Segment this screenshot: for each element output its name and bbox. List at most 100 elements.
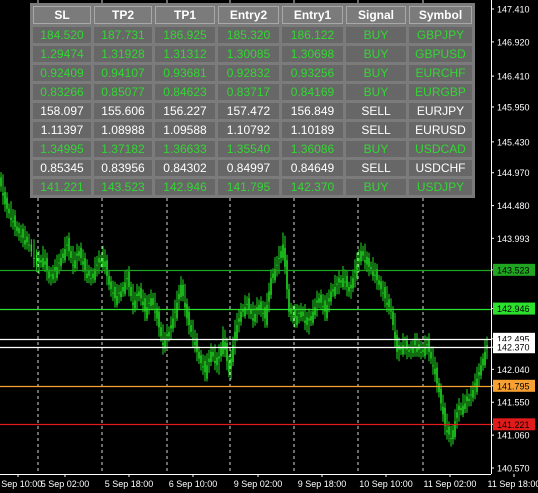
- cell-tp2: 0.94107: [94, 65, 152, 81]
- candle-body: [412, 347, 414, 353]
- time-axis-label: 5 Sep 18:00: [105, 479, 154, 489]
- time-axis-label: 10 Sep 10:00: [359, 479, 413, 489]
- candle-body: [6, 197, 8, 209]
- candle-body: [214, 360, 216, 364]
- candle-body: [240, 311, 242, 322]
- cell-signal: BUY: [346, 179, 406, 195]
- candle-body: [160, 327, 162, 337]
- cell-entry1: 186.122: [282, 27, 343, 43]
- candle-body: [66, 244, 68, 246]
- signal-table: SL TP2 TP1 Entry2 Entry1 Signal Symbol 1…: [30, 3, 475, 198]
- price-axis-label: 141.550: [497, 398, 530, 408]
- table-header-row: SL TP2 TP1 Entry2 Entry1 Signal Symbol: [33, 6, 472, 24]
- candle-body: [440, 388, 442, 404]
- candle-body: [218, 356, 220, 359]
- cell-symbol: EURCHF: [409, 65, 472, 81]
- candle-body: [310, 316, 312, 321]
- candle-body: [464, 403, 466, 409]
- candle-body: [226, 343, 228, 361]
- cell-tp1: 1.09588: [155, 122, 215, 138]
- candle-body: [262, 312, 264, 314]
- candle-body: [448, 426, 450, 435]
- cell-tp1: 156.227: [155, 103, 215, 119]
- candle-body: [344, 281, 346, 283]
- cell-tp2: 0.83956: [94, 160, 152, 176]
- candle-body: [364, 260, 366, 263]
- candle-body: [436, 367, 438, 384]
- candle-body: [280, 251, 282, 258]
- candle-body: [220, 347, 222, 357]
- candle-body: [426, 344, 428, 346]
- candle-body: [92, 273, 94, 279]
- candle-body: [362, 251, 364, 256]
- cell-sl: 0.85345: [33, 160, 91, 176]
- candle-body: [380, 281, 382, 290]
- candle-body: [406, 340, 408, 350]
- candle-body: [84, 258, 86, 272]
- candle-body: [236, 325, 238, 339]
- col-tp1-header: TP1: [155, 6, 215, 24]
- candle-body: [140, 288, 142, 299]
- candle-body: [350, 284, 352, 289]
- candle-body: [172, 318, 174, 329]
- cell-symbol: USDJPY: [409, 179, 472, 195]
- candle-body: [258, 304, 260, 310]
- col-symbol-header: Symbol: [409, 6, 472, 24]
- candle-body: [16, 226, 18, 232]
- cell-tp1: 1.36633: [155, 141, 215, 157]
- candle-body: [188, 311, 190, 325]
- candle-body: [176, 302, 178, 319]
- candle-body: [410, 348, 412, 350]
- candle-body: [82, 261, 84, 265]
- candle-body: [288, 289, 290, 312]
- candle-body: [430, 351, 432, 359]
- candle-body: [244, 307, 246, 317]
- candle-body: [76, 253, 78, 256]
- candle-body: [360, 251, 362, 262]
- cell-entry1: 0.84649: [282, 160, 343, 176]
- cell-sl: 184.520: [33, 27, 91, 43]
- candle-body: [152, 298, 154, 305]
- candle-body: [18, 227, 20, 234]
- cell-symbol: USDCAD: [409, 141, 472, 157]
- candle-body: [328, 298, 330, 302]
- cell-symbol: EURGBP: [409, 84, 472, 100]
- cell-sl: 158.097: [33, 103, 91, 119]
- candle-body: [182, 284, 184, 296]
- candle-body: [454, 421, 456, 437]
- time-axis-label: 6 Sep 10:00: [169, 479, 218, 489]
- candle-body: [78, 251, 80, 256]
- cell-tp2: 187.731: [94, 27, 152, 43]
- candle-body: [10, 217, 12, 220]
- price-axis-label: 141.221: [497, 420, 530, 430]
- candle-body: [28, 244, 30, 246]
- cell-sl: 0.92409: [33, 65, 91, 81]
- candle-body: [204, 360, 206, 373]
- cell-entry1: 142.370: [282, 179, 343, 195]
- candle-body: [130, 287, 132, 296]
- cell-entry1: 0.93256: [282, 65, 343, 81]
- candle-body: [338, 278, 340, 283]
- candle-body: [216, 357, 218, 366]
- candle-body: [260, 301, 262, 310]
- table-row: 184.520 187.731 186.925 185.320 186.122 BUY GB…: [33, 27, 472, 43]
- candle-body: [414, 340, 416, 346]
- cell-symbol: EURUSD: [409, 122, 472, 138]
- cell-entry2: 1.30085: [218, 46, 279, 62]
- candle-body: [100, 260, 102, 263]
- candle-body: [468, 398, 470, 402]
- candle-body: [384, 287, 386, 299]
- candle-body: [292, 316, 294, 318]
- price-axis-label: 142.370: [497, 343, 530, 353]
- candle-body: [224, 341, 226, 350]
- price-axis-label: 142.040: [497, 365, 530, 375]
- cell-entry2: 0.84997: [218, 160, 279, 176]
- price-axis-label: 141.795: [497, 381, 530, 391]
- cell-entry2: 141.795: [218, 179, 279, 195]
- candle-body: [248, 298, 250, 310]
- price-axis-label: 141.060: [497, 431, 530, 441]
- candle-body: [70, 251, 72, 258]
- table-row: 1.29474 1.31928 1.31312 1.30085 1.30698 BUY GB…: [33, 46, 472, 62]
- cell-entry1: 1.10189: [282, 122, 343, 138]
- col-signal-header: Signal: [346, 6, 406, 24]
